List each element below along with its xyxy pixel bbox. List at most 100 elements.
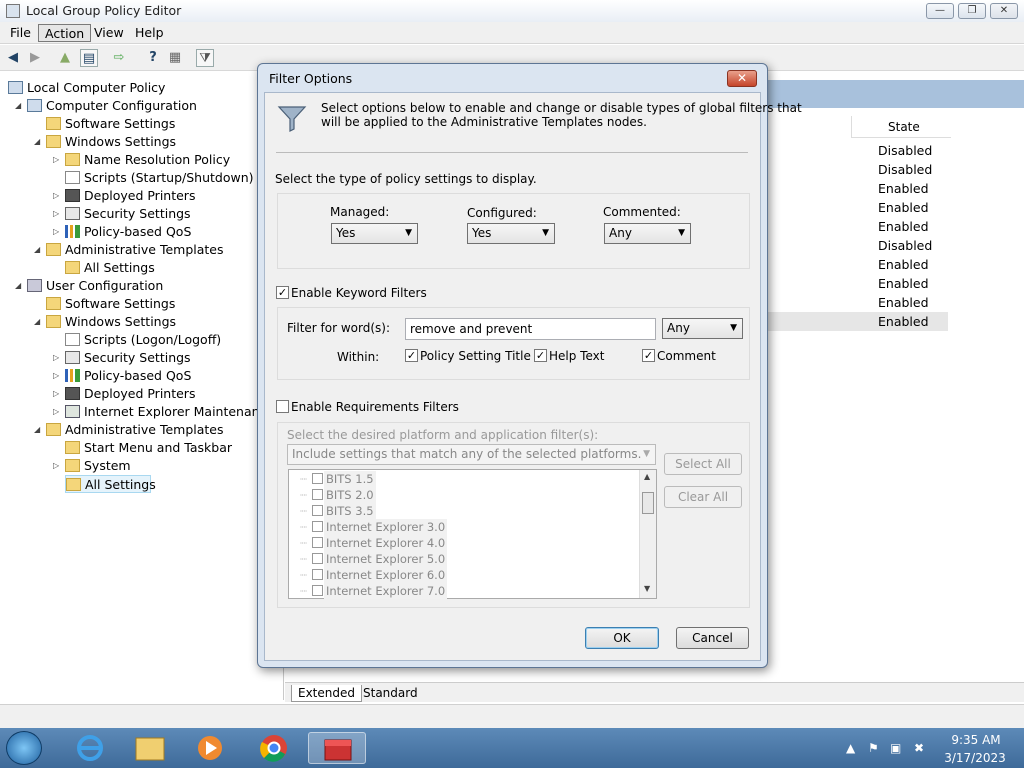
keyword-filter-checkbox[interactable]: ✓ — [276, 286, 289, 299]
chevron-down-icon: ▼ — [678, 228, 685, 238]
menu-file[interactable]: File — [4, 24, 37, 42]
platform-item[interactable]: ┈ Internet Explorer 7.0 — [288, 583, 638, 599]
show-hidden-icons-icon[interactable]: ▲ — [846, 741, 855, 755]
platform-checkbox[interactable] — [312, 489, 323, 500]
tree-node-label: Internet Explorer Maintenance — [84, 404, 275, 419]
expand-arrow-icon[interactable]: ▷ — [53, 367, 59, 385]
state-cell[interactable]: Enabled — [878, 198, 948, 217]
collapse-arrow-icon[interactable]: ◢ — [15, 97, 21, 115]
platform-item[interactable]: ┈ Internet Explorer 3.0 — [288, 519, 638, 535]
expand-arrow-icon[interactable]: ▷ — [53, 223, 59, 241]
collapse-arrow-icon[interactable]: ◢ — [34, 133, 40, 151]
configured-select[interactable]: Yes ▼ — [467, 223, 555, 244]
platform-item[interactable]: ┈ Internet Explorer 6.0 — [288, 567, 638, 583]
platform-checkbox[interactable] — [312, 521, 323, 532]
within-comment-checkbox[interactable]: ✓ — [642, 349, 655, 362]
collapse-arrow-icon[interactable]: ◢ — [34, 421, 40, 439]
platform-match-select[interactable]: Include settings that match any of the s… — [287, 444, 656, 465]
state-column-header[interactable]: State — [851, 116, 951, 138]
help-icon[interactable]: ? — [144, 49, 162, 67]
platform-checkbox[interactable] — [312, 505, 323, 516]
minimize-button[interactable]: — — [926, 3, 954, 19]
tree-node-label: Security Settings — [84, 206, 191, 221]
within-title-checkbox[interactable]: ✓ — [405, 349, 418, 362]
platform-item[interactable]: ┈ BITS 3.5 — [288, 503, 638, 519]
maximize-button[interactable]: ❐ — [958, 3, 986, 19]
state-cell[interactable]: Disabled — [878, 236, 948, 255]
select-all-button[interactable]: Select All — [664, 453, 742, 475]
action-center-flag-icon[interactable]: ⚑ — [868, 741, 879, 755]
tree-node[interactable]: All Settings — [65, 475, 156, 493]
forward-arrow-icon[interactable]: ▶ — [26, 49, 44, 67]
ok-button[interactable]: OK — [585, 627, 659, 649]
match-type-select[interactable]: Any ▼ — [662, 318, 743, 339]
commented-select[interactable]: Any ▼ — [604, 223, 691, 244]
menu-action[interactable]: Action — [38, 24, 92, 42]
filter-icon[interactable]: ⧩ — [196, 49, 214, 67]
requirements-filter-checkbox[interactable] — [276, 400, 289, 413]
scroll-thumb[interactable] — [642, 492, 654, 514]
up-folder-icon[interactable]: ▲ — [56, 49, 74, 67]
back-arrow-icon[interactable]: ◀ — [4, 49, 22, 67]
expand-arrow-icon[interactable]: ▷ — [53, 151, 59, 169]
clock-time[interactable]: 9:35 AM — [946, 733, 1006, 747]
expand-arrow-icon[interactable]: ▷ — [53, 349, 59, 367]
network-icon[interactable]: ▣ — [890, 741, 901, 755]
collapse-arrow-icon[interactable]: ◢ — [15, 277, 21, 295]
clear-all-button[interactable]: Clear All — [664, 486, 742, 508]
expand-arrow-icon[interactable]: ▷ — [53, 403, 59, 421]
collapse-arrow-icon[interactable]: ◢ — [34, 241, 40, 259]
filter-words-input[interactable] — [405, 318, 656, 340]
dialog-close-button[interactable]: ✕ — [727, 70, 757, 87]
state-cell[interactable]: Enabled — [878, 293, 948, 312]
expand-arrow-icon[interactable]: ▷ — [53, 205, 59, 223]
group-policy-editor-task[interactable] — [308, 732, 366, 764]
menu-help[interactable]: Help — [129, 24, 170, 42]
state-cell[interactable]: Disabled — [878, 160, 948, 179]
export-list-icon[interactable]: ⇨ — [110, 49, 128, 67]
within-help-checkbox[interactable]: ✓ — [534, 349, 547, 362]
properties-icon[interactable]: ▦ — [166, 49, 184, 67]
platform-item[interactable]: ┈ Internet Explorer 5.0 — [288, 551, 638, 567]
platform-label: Internet Explorer 5.0 — [324, 551, 448, 567]
managed-select[interactable]: Yes ▼ — [331, 223, 418, 244]
state-cell[interactable]: Enabled — [766, 312, 948, 331]
expand-arrow-icon[interactable]: ▷ — [53, 457, 59, 475]
commented-value: Any — [609, 226, 632, 240]
tab-standard[interactable]: Standard — [357, 685, 424, 702]
platform-checkbox[interactable] — [312, 569, 323, 580]
platform-checkbox[interactable] — [312, 585, 323, 596]
clock-date[interactable]: 3/17/2023 — [940, 751, 1010, 765]
folder-icon — [46, 297, 61, 310]
platform-checkbox[interactable] — [312, 537, 323, 548]
filter-words-label: Filter for word(s): — [287, 321, 391, 335]
menu-view[interactable]: View — [88, 24, 130, 42]
state-cell[interactable]: Enabled — [878, 179, 948, 198]
internet-explorer-icon[interactable] — [68, 732, 112, 764]
platform-item[interactable]: ┈ BITS 2.0 — [288, 487, 638, 503]
chrome-icon[interactable] — [252, 732, 296, 764]
platform-item[interactable]: ┈ Internet Explorer 4.0 — [288, 535, 638, 551]
state-cell[interactable]: Enabled — [878, 255, 948, 274]
file-explorer-icon[interactable] — [128, 732, 172, 764]
media-player-icon[interactable] — [188, 732, 232, 764]
platform-label: Internet Explorer 6.0 — [324, 567, 448, 583]
scroll-down-icon[interactable]: ▼ — [644, 584, 650, 593]
show-hide-tree-icon[interactable]: ▤ — [80, 49, 98, 67]
state-cell[interactable]: Enabled — [878, 217, 948, 236]
scroll-up-icon[interactable]: ▲ — [644, 472, 650, 481]
collapse-arrow-icon[interactable]: ◢ — [34, 313, 40, 331]
start-button[interactable] — [6, 731, 42, 765]
platform-checkbox[interactable] — [312, 553, 323, 564]
state-cell[interactable]: Enabled — [878, 274, 948, 293]
close-button[interactable]: ✕ — [990, 3, 1018, 19]
expand-arrow-icon[interactable]: ▷ — [53, 385, 59, 403]
platform-checkbox[interactable] — [312, 473, 323, 484]
volume-muted-icon[interactable]: ✖ — [914, 741, 924, 755]
expand-arrow-icon[interactable]: ▷ — [53, 187, 59, 205]
cancel-button[interactable]: Cancel — [676, 627, 749, 649]
platform-list-scrollbar[interactable]: ▲ ▼ — [639, 470, 656, 598]
tab-extended[interactable]: Extended — [291, 685, 362, 702]
state-cell[interactable]: Disabled — [878, 141, 948, 160]
platform-item[interactable]: ┈ BITS 1.5 — [288, 471, 638, 487]
